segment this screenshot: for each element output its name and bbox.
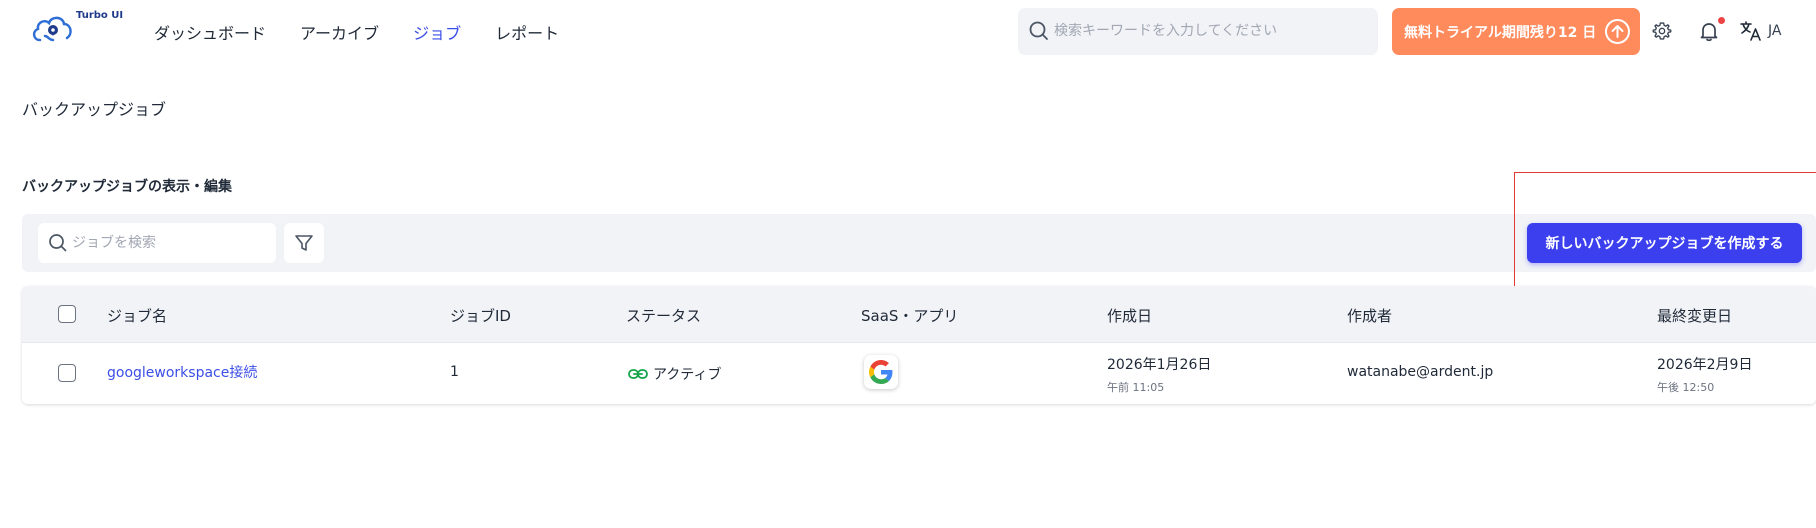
language-switcher[interactable]: JA — [1740, 20, 1781, 42]
filter-icon — [295, 235, 313, 251]
main-nav: ダッシュボード アーカイブ ジョブ レポート — [154, 20, 559, 44]
create-backup-job-button[interactable]: 新しいバックアップジョブを作成する — [1527, 223, 1802, 263]
bell-icon[interactable] — [1698, 20, 1720, 42]
filter-button[interactable] — [284, 223, 324, 263]
trial-label: 無料トライアル期間残り12 日 — [1404, 24, 1597, 41]
column-header-job-id[interactable]: ジョブID — [450, 305, 511, 326]
status-label: アクティブ — [653, 367, 722, 383]
job-name-link[interactable]: googleworkspace接続 — [107, 362, 257, 382]
job-id: 1 — [450, 364, 459, 380]
select-all-checkbox[interactable] — [58, 305, 76, 323]
created-date: 2026年1月26日 — [1107, 357, 1212, 373]
google-icon — [869, 360, 893, 384]
column-header-last-modified[interactable]: 最終変更日 — [1657, 305, 1732, 326]
page-title: バックアップジョブ — [22, 100, 167, 119]
gear-icon[interactable] — [1652, 21, 1672, 41]
global-search-input[interactable] — [1054, 18, 1364, 44]
modified-date-cell: 2026年2月9日 午後 12:50 — [1657, 354, 1752, 395]
translate-icon — [1740, 21, 1761, 41]
jobs-table: ジョブ名 ジョブID ステータス SaaS・アプリ 作成日 作成者 最終変更日 … — [22, 286, 1816, 404]
created-date-cell: 2026年1月26日 午前 11:05 — [1107, 354, 1211, 395]
table-header: ジョブ名 ジョブID ステータス SaaS・アプリ 作成日 作成者 最終変更日 — [22, 286, 1816, 343]
job-search-input[interactable] — [72, 232, 268, 254]
created-time: 午前 11:05 — [1107, 381, 1165, 394]
logo-text: Turbo UI — [76, 10, 124, 21]
column-header-created-date[interactable]: 作成日 — [1107, 305, 1152, 326]
nav-item-jobs[interactable]: ジョブ — [413, 20, 461, 44]
trial-upgrade-button[interactable]: 無料トライアル期間残り12 日 — [1392, 8, 1640, 55]
column-header-saas-app[interactable]: SaaS・アプリ — [861, 305, 958, 326]
language-label: JA — [1768, 23, 1782, 39]
cloud-logo-icon — [32, 16, 72, 42]
link-icon — [628, 369, 648, 379]
search-icon — [49, 234, 67, 252]
row-checkbox[interactable] — [58, 364, 76, 382]
arrow-up-circle-icon — [1605, 19, 1630, 44]
notification-dot — [1718, 17, 1725, 24]
creator-email: watanabe@ardent.jp — [1347, 364, 1494, 380]
column-header-job-name[interactable]: ジョブ名 — [107, 305, 167, 326]
nav-item-reports[interactable]: レポート — [495, 20, 559, 44]
modified-date: 2026年2月9日 — [1657, 357, 1753, 373]
top-header: Turbo UI ダッシュボード アーカイブ ジョブ レポート 無料トライアル期… — [0, 0, 1816, 62]
saas-app-badge — [864, 355, 898, 389]
table-row[interactable]: googleworkspace接続 1 アクティブ 2026年1月26日 午前 … — [22, 343, 1816, 404]
nav-item-archive[interactable]: アーカイブ — [300, 20, 379, 44]
job-search[interactable] — [38, 223, 276, 263]
column-header-creator[interactable]: 作成者 — [1347, 305, 1392, 326]
nav-item-dashboard[interactable]: ダッシュボード — [154, 20, 266, 44]
search-icon — [1029, 21, 1048, 40]
section-title: バックアップジョブの表示・編集 — [22, 179, 232, 195]
modified-time: 午後 12:50 — [1657, 381, 1715, 394]
global-search[interactable] — [1018, 8, 1378, 55]
status-badge: アクティブ — [628, 364, 721, 384]
column-header-status[interactable]: ステータス — [626, 305, 701, 326]
